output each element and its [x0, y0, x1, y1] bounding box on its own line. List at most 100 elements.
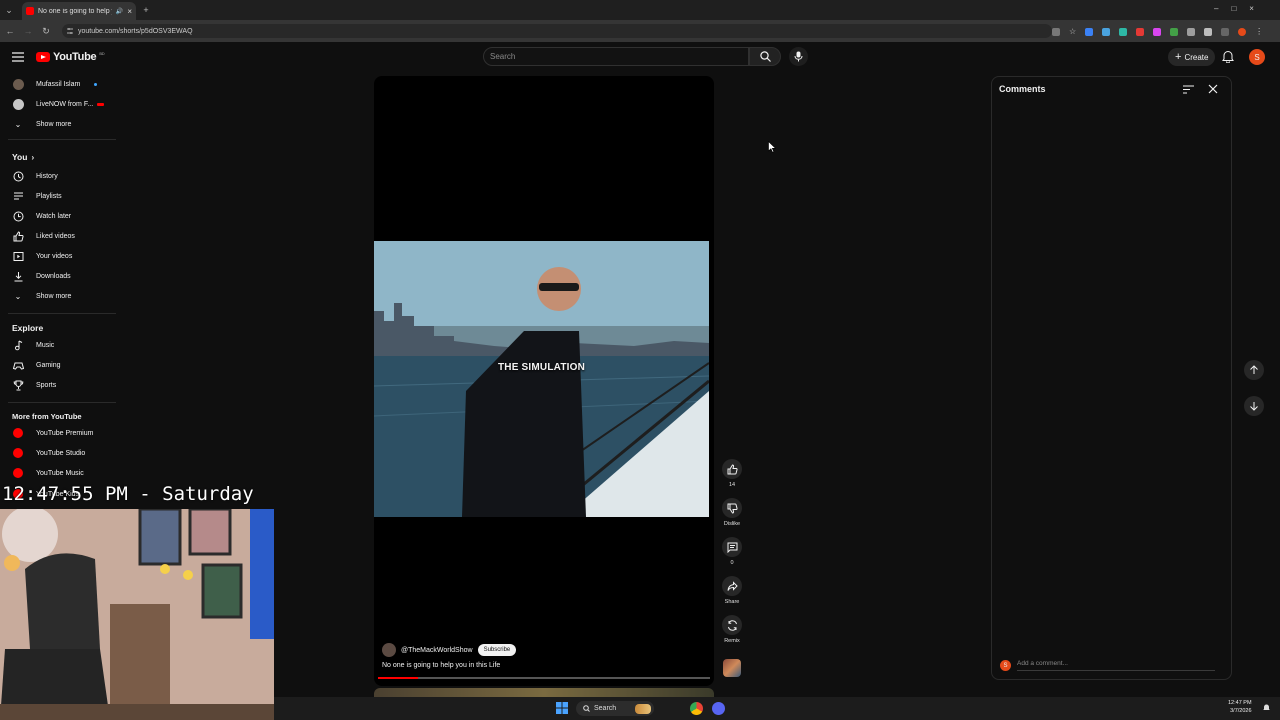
cast-icon[interactable]	[1052, 27, 1060, 36]
puzzle-extensions-icon[interactable]	[1204, 27, 1213, 36]
channel-info: @TheMackWorldShow Subscribe	[382, 643, 517, 657]
hamburger-menu-icon[interactable]	[12, 52, 24, 62]
windows-start-icon[interactable]	[556, 702, 568, 714]
url-bar[interactable]: youtube.com/shorts/p5dOSV3EWAQ	[62, 24, 1052, 38]
dislike-action[interactable]: Dislike	[722, 498, 742, 527]
sidebar-item-sports[interactable]: Sports	[0, 375, 115, 395]
audio-playing-icon[interactable]: 🔊	[116, 8, 123, 15]
extension-icon[interactable]	[1170, 27, 1179, 36]
next-short-button[interactable]	[1244, 396, 1264, 416]
sidebar-item-label: Watch later	[36, 212, 72, 220]
discord-taskbar-icon[interactable]	[712, 702, 725, 715]
sidebar-item-your-videos[interactable]: Your videos	[0, 246, 115, 266]
window-controls: – □ ×	[1214, 4, 1254, 13]
system-clock[interactable]: 12:47 PM 3/7/2026	[1228, 699, 1252, 715]
sidebar-item-liked-videos[interactable]: Liked videos	[0, 226, 115, 246]
sidebar-you-heading[interactable]: You ›	[12, 152, 34, 162]
sidebar-item-youtube-music[interactable]: YouTube Music	[0, 463, 115, 483]
maximize-button[interactable]: □	[1231, 4, 1236, 13]
sort-comments-icon[interactable]	[1183, 85, 1194, 94]
extension-icon[interactable]	[1102, 27, 1111, 36]
account-avatar[interactable]: S	[1249, 49, 1265, 65]
extension-icon[interactable]	[1153, 27, 1162, 36]
create-button[interactable]: + Create	[1168, 48, 1216, 66]
sidebar-subscription-mufassil[interactable]: Mufassil Islam	[0, 74, 115, 94]
subscribe-button[interactable]: Subscribe	[477, 644, 517, 656]
bookmark-star-icon[interactable]: ☆	[1069, 27, 1076, 36]
close-tab-icon[interactable]: ×	[127, 7, 132, 16]
live-indicator-icon	[97, 102, 105, 106]
search-placeholder: Search	[490, 52, 516, 61]
video-progress-bar[interactable]	[378, 677, 710, 679]
sidebar-explore-heading: Explore	[12, 323, 44, 333]
channel-name[interactable]: @TheMackWorldShow	[401, 647, 473, 654]
channel-avatar	[12, 78, 24, 90]
system-date: 3/7/2026	[1230, 708, 1252, 714]
minimize-button[interactable]: –	[1214, 4, 1218, 13]
extension-icon[interactable]	[1136, 27, 1145, 36]
sidebar-item-youtube-premium[interactable]: YouTube Premium	[0, 423, 115, 443]
sound-thumbnail[interactable]	[723, 659, 741, 677]
taskbar-search[interactable]: Search	[576, 701, 654, 716]
sidebar-item-playlists[interactable]: Playlists	[0, 186, 115, 206]
comments-action[interactable]: 0	[722, 537, 742, 566]
plus-icon: +	[1175, 51, 1182, 63]
like-action[interactable]: 14	[722, 459, 742, 488]
system-time: 12:47 PM	[1228, 700, 1252, 706]
close-comments-icon[interactable]	[1208, 84, 1218, 94]
youtube-favicon-icon	[26, 7, 34, 15]
remix-icon	[727, 619, 737, 631]
logo-text: YouTube	[53, 51, 97, 63]
profile-icon[interactable]	[1238, 27, 1247, 36]
add-comment-input[interactable]: Add a comment...	[1017, 660, 1215, 671]
new-tab-button[interactable]: +	[139, 3, 153, 17]
extension-icon[interactable]	[1119, 27, 1128, 36]
share-action[interactable]: Share	[722, 576, 742, 605]
download-icon	[14, 271, 22, 281]
video-caption: THE SIMULATION	[497, 362, 586, 373]
sidebar-item-music[interactable]: Music	[0, 335, 115, 355]
sidebar-item-watch-later[interactable]: Watch later	[0, 206, 115, 226]
search-button[interactable]	[749, 47, 781, 66]
close-window-button[interactable]: ×	[1249, 4, 1254, 13]
voice-search-button[interactable]	[789, 47, 808, 66]
remix-action[interactable]: Remix	[722, 615, 742, 644]
back-icon[interactable]: ←	[3, 24, 17, 38]
channel-avatar[interactable]	[382, 643, 396, 657]
more-menu-icon[interactable]: ⋮	[1255, 27, 1263, 36]
forward-icon[interactable]: →	[21, 24, 35, 38]
commenter-avatar: S	[1000, 660, 1011, 671]
search-input[interactable]: Search	[483, 47, 749, 66]
next-short-preview[interactable]	[374, 688, 714, 697]
reload-icon[interactable]: ↻	[39, 24, 53, 38]
sidebar-item-label: Your videos	[36, 252, 73, 260]
sidebar-you-show-more[interactable]: ⌄ Show more	[0, 286, 115, 306]
sidebar-item-label: YouTube Premium	[36, 429, 94, 437]
youtube-logo[interactable]: YouTube BD	[36, 51, 105, 63]
sidebar-item-gaming[interactable]: Gaming	[0, 355, 115, 375]
tab-search-icon[interactable]: ⌄	[2, 3, 16, 17]
notifications-bell-icon[interactable]	[1222, 50, 1234, 63]
youtube-play-icon	[36, 52, 50, 62]
sidebar-item-label: Gaming	[36, 361, 61, 369]
extension-icon[interactable]	[1187, 27, 1196, 36]
previous-short-button[interactable]	[1244, 360, 1264, 380]
webcam-overlay	[0, 509, 274, 720]
site-info-icon[interactable]	[66, 27, 74, 35]
comment-count: 0	[730, 560, 734, 566]
sidebar-subscription-livenow[interactable]: LiveNOW from F...	[0, 94, 115, 114]
sidebar-subscriptions-show-more[interactable]: ⌄ Show more	[0, 114, 115, 134]
gaming-icon	[12, 362, 24, 370]
sidebar-item-history[interactable]: History	[0, 166, 115, 186]
video-frame[interactable]	[374, 241, 709, 517]
sidebar-item-label: Show more	[36, 292, 72, 300]
extension-icon[interactable]	[1085, 27, 1094, 36]
browser-tab[interactable]: No one is going to help you in this Life…	[22, 2, 136, 20]
sidebar-item-downloads[interactable]: Downloads	[0, 266, 115, 286]
sidebar-item-youtube-studio[interactable]: YouTube Studio	[0, 443, 115, 463]
chevron-down-icon: ⌄	[14, 291, 22, 301]
chrome-taskbar-icon[interactable]	[690, 702, 703, 715]
notification-center-icon[interactable]	[1263, 703, 1270, 712]
sidepanel-icon[interactable]	[1221, 27, 1230, 36]
video-title[interactable]: No one is going to help you in this Life	[382, 662, 500, 669]
